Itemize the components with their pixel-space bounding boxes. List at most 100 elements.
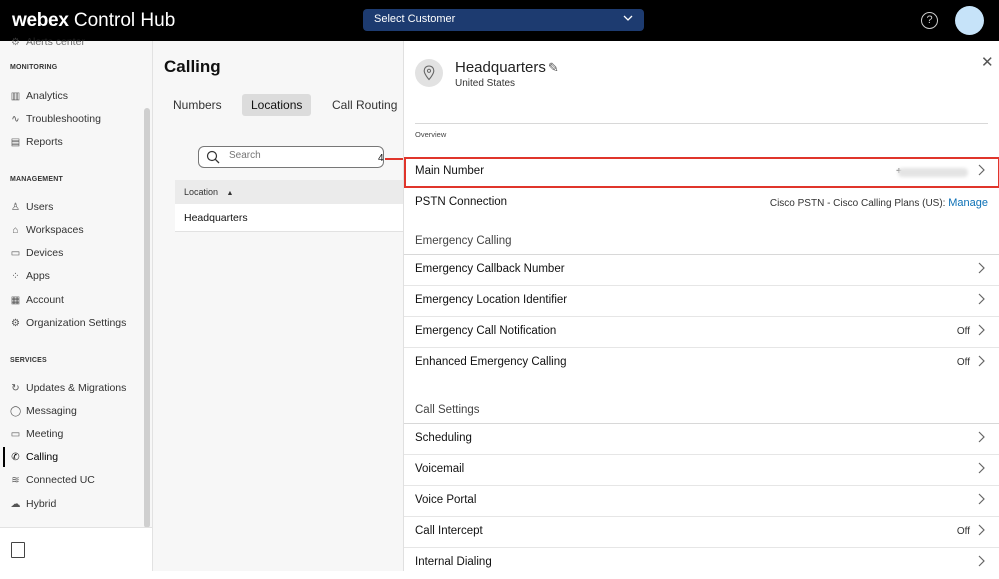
bar-chart-icon: ▥	[10, 90, 21, 102]
row-label: Emergency Location Identifier	[415, 294, 568, 306]
internal-dialing-row[interactable]: Internal Dialing	[404, 548, 999, 579]
row-label: Call Intercept	[415, 525, 483, 537]
sidebar-item-reports[interactable]: ▤ Reports	[10, 133, 63, 151]
chevron-right-icon	[976, 292, 986, 309]
search-input[interactable]	[229, 150, 369, 161]
select-customer-dropdown[interactable]: Select Customer	[363, 9, 644, 31]
sidebar-item-label: Meeting	[26, 428, 64, 440]
chevron-right-icon	[976, 492, 986, 509]
logo-brand: webex	[12, 10, 69, 31]
tab-call-routing[interactable]: Call Routing	[323, 94, 406, 116]
gear-icon: ⚙	[11, 36, 20, 48]
sidebar-item-hybrid[interactable]: ☁ Hybrid	[10, 495, 57, 513]
sidebar-section-monitoring: MONITORING	[10, 64, 58, 71]
scheduling-row[interactable]: Scheduling	[404, 424, 999, 455]
pstn-connection-label: PSTN Connection	[415, 196, 508, 208]
manage-link[interactable]: Manage	[948, 197, 988, 209]
highlight-box	[404, 157, 999, 188]
sidebar-item-analytics[interactable]: ▥ Analytics	[10, 87, 68, 105]
row-label: Emergency Callback Number	[415, 263, 565, 275]
voice-portal-row[interactable]: Voice Portal	[404, 486, 999, 517]
sidebar-item-messaging[interactable]: ◯ Messaging	[10, 402, 77, 420]
sidebar-item-devices[interactable]: ▭ Devices	[10, 244, 64, 262]
page-title: Calling	[164, 57, 221, 76]
chevron-right-icon	[976, 554, 986, 571]
sidebar-item-workspaces[interactable]: ⌂ Workspaces	[10, 221, 83, 239]
location-name-text: Headquarters	[455, 59, 546, 76]
sidebar-item-users[interactable]: ♙ Users	[10, 198, 53, 216]
table-header-location[interactable]: Location ▲	[175, 180, 403, 204]
overview-label: Overview	[415, 130, 447, 139]
chevron-right-icon	[976, 430, 986, 447]
table-row[interactable]: Headquarters	[175, 204, 403, 232]
building-icon: ▦	[10, 294, 21, 306]
sidebar-item-connected-uc[interactable]: ≋ Connected UC	[10, 471, 95, 489]
sidebar-item-label: Alerts center	[26, 36, 85, 48]
sidebar-item-calling[interactable]: ✆ Calling	[10, 448, 58, 466]
row-label: Internal Dialing	[415, 556, 492, 568]
content-area: Calling Numbers Locations Call Routing 4…	[153, 41, 403, 571]
pencil-icon[interactable]: ✎	[548, 60, 559, 75]
sidebar-item-updates-migrations[interactable]: ↻ Updates & Migrations	[10, 379, 126, 397]
sidebar-item-organization-settings[interactable]: ⚙ Organization Settings	[10, 314, 126, 332]
sidebar-item-alerts-center[interactable]: ⚙ Alerts center	[10, 33, 85, 51]
row-value: Off	[956, 526, 970, 537]
sidebar-item-meeting[interactable]: ▭ Meeting	[10, 425, 64, 443]
sidebar-item-apps[interactable]: ⁘ Apps	[10, 267, 50, 285]
sidebar: ⚙ Alerts center MONITORING ▥ Analytics ∿ Tr…	[0, 36, 153, 571]
divider	[415, 123, 988, 124]
row-label: Enhanced Emergency Calling	[415, 356, 567, 368]
sidebar-item-label: Users	[26, 201, 54, 213]
pstn-value-text: Cisco PSTN - Cisco Calling Plans (US):	[769, 198, 946, 209]
sidebar-item-troubleshooting[interactable]: ∿ Troubleshooting	[10, 110, 101, 128]
voicemail-row[interactable]: Voicemail	[404, 455, 999, 486]
emergency-callback-number-row[interactable]: Emergency Callback Number	[404, 255, 999, 286]
emergency-call-notification-row[interactable]: Emergency Call Notification Off	[404, 317, 999, 348]
table-cell-location: Headquarters	[184, 212, 248, 224]
sidebar-item-label: Account	[26, 294, 64, 306]
sidebar-item-label: Messaging	[26, 405, 77, 417]
callout-connector	[385, 158, 403, 160]
chevron-right-icon	[976, 261, 986, 278]
map-pin-icon	[415, 59, 443, 87]
sidebar-item-label: Reports	[26, 136, 63, 148]
close-icon[interactable]: ✕	[981, 53, 994, 71]
emergency-location-identifier-row[interactable]: Emergency Location Identifier	[404, 286, 999, 317]
sidebar-item-label: Hybrid	[26, 498, 57, 510]
phone-icon: ✆	[11, 451, 20, 463]
tab-locations[interactable]: Locations	[242, 94, 312, 116]
sidebar-footer	[0, 527, 152, 571]
sidebar-item-label: Connected UC	[26, 474, 95, 486]
sidebar-section-management: MANAGEMENT	[10, 176, 63, 183]
gear-icon: ⚙	[11, 317, 20, 329]
top-bar: webex Control Hub Select Customer ?	[0, 0, 999, 41]
stack-icon: ≋	[11, 474, 20, 486]
row-label: Emergency Call Notification	[415, 325, 557, 337]
sidebar-section-services: SERVICES	[10, 357, 47, 364]
row-label: Voice Portal	[415, 494, 477, 506]
location-name: Headquarters ✎	[455, 59, 559, 76]
sidebar-item-label: Analytics	[26, 90, 69, 102]
logo-product: Control Hub	[73, 10, 176, 31]
pstn-connection-value: Cisco PSTN - Cisco Calling Plans (US): M…	[770, 197, 988, 209]
sidebar-item-account[interactable]: ▦ Account	[10, 291, 64, 309]
sidebar-scrollbar[interactable]	[144, 108, 150, 528]
apps-grid-icon: ⁘	[11, 270, 20, 282]
tab-numbers[interactable]: Numbers	[164, 94, 231, 116]
active-indicator	[3, 447, 5, 467]
help-icon[interactable]: ?	[921, 12, 938, 29]
call-intercept-row[interactable]: Call Intercept Off	[404, 517, 999, 548]
sidebar-item-label: Calling	[26, 451, 59, 463]
enhanced-emergency-calling-row[interactable]: Enhanced Emergency Calling Off	[404, 348, 999, 379]
row-value: Off	[956, 326, 970, 337]
location-country: United States	[455, 78, 516, 89]
row-label: Scheduling	[415, 432, 472, 444]
chat-icon: ◯	[10, 405, 22, 417]
section-heading-emergency: Emergency Calling	[415, 235, 512, 247]
avatar[interactable]	[955, 6, 984, 35]
sidebar-item-label: Organization Settings	[26, 317, 127, 329]
search-field[interactable]	[198, 146, 384, 168]
search-icon	[206, 150, 220, 167]
building-icon[interactable]	[11, 542, 25, 558]
row-label: Voicemail	[415, 463, 465, 475]
